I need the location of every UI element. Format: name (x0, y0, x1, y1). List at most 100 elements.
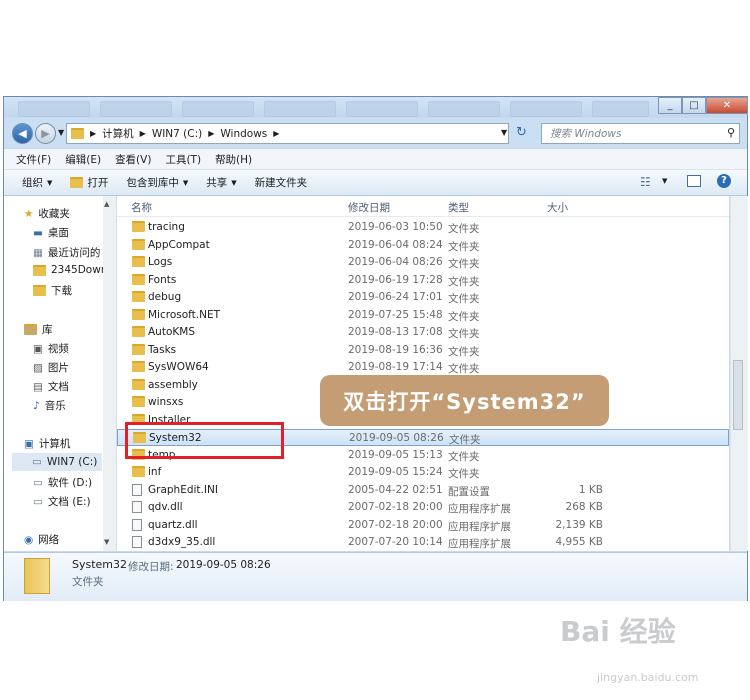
file-size: 268 KB (565, 501, 603, 513)
nav-drive-c[interactable]: ▭ WIN7 (C:) (12, 453, 102, 471)
taskbar-ghost-tab (592, 101, 649, 117)
menu-help[interactable]: 帮助(H) (215, 152, 252, 167)
table-row[interactable]: qdv.dll 2007-02-18 20:00 应用程序扩展 268 KB (117, 499, 729, 516)
file-date: 2019-06-04 08:24 (348, 238, 443, 251)
table-row[interactable]: Fonts 2019-06-19 17:28 文件夹 (117, 272, 729, 289)
nav-desktop[interactable]: ▬ 桌面 (33, 225, 69, 240)
nav-downloads[interactable]: 下载 (33, 283, 72, 298)
table-row[interactable]: Tasks 2019-08-19 16:36 文件夹 (117, 342, 729, 359)
nav-network[interactable]: ◉ 网络 (24, 532, 59, 547)
nav-drive-d[interactable]: ▭ 软件 (D:) (33, 475, 92, 490)
nav-drive-e[interactable]: ▭ 文档 (E:) (33, 494, 91, 509)
table-row[interactable]: SysWOW64 2019-08-19 17:14 文件夹 (117, 359, 729, 376)
file-date: 2007-02-18 20:00 (348, 501, 443, 513)
search-icon[interactable]: ⚲ (727, 126, 735, 139)
taskbar-ghost-tab (346, 101, 418, 117)
menu-tools[interactable]: 工具(T) (165, 152, 201, 167)
table-row[interactable]: debug 2019-06-24 17:01 文件夹 (117, 289, 729, 306)
share-button[interactable]: 共享 ▼ (206, 175, 236, 190)
nav-pictures[interactable]: ▨ 图片 (33, 360, 69, 375)
drive-icon: ▭ (33, 476, 43, 489)
file-type: 文件夹 (448, 310, 480, 323)
include-in-library-button[interactable]: 包含到库中 ▼ (126, 175, 188, 190)
address-dropdown-icon[interactable]: ▼ (501, 128, 507, 137)
dll-file-icon (132, 501, 142, 513)
nav-libraries[interactable]: 库 (24, 322, 53, 337)
nav-favorites[interactable]: ★ 收藏夹 (24, 206, 70, 221)
column-size[interactable]: 大小 (547, 200, 568, 215)
chevron-right-icon[interactable]: ▶ (140, 129, 146, 138)
file-name: AutoKMS (148, 326, 195, 338)
breadcrumb-drive-c[interactable]: WIN7 (C:) (152, 128, 202, 140)
chevron-right-icon[interactable]: ▶ (208, 129, 214, 138)
address-bar[interactable]: ▶ 计算机 ▶ WIN7 (C:) ▶ Windows ▶ (66, 123, 509, 144)
scroll-down-arrow-icon[interactable]: ▼ (104, 538, 109, 546)
libraries-icon (24, 324, 37, 335)
forward-button[interactable]: ▶ (35, 123, 56, 144)
nav-recent-places[interactable]: ▦ 最近访问的 (33, 245, 100, 260)
minimize-button[interactable]: _ (658, 97, 682, 114)
nav-music[interactable]: ♪ 音乐 (33, 398, 66, 413)
help-icon[interactable]: ? (717, 174, 731, 188)
maximize-button[interactable]: □ (682, 97, 706, 114)
close-button[interactable]: ✕ (706, 97, 748, 114)
file-type: 文件夹 (448, 240, 480, 253)
file-name: Logs (148, 256, 173, 268)
breadcrumb-computer[interactable]: 计算机 (102, 126, 134, 141)
menu-view[interactable]: 查看(V) (115, 152, 151, 167)
folder-icon (132, 273, 145, 285)
breadcrumb-windows[interactable]: Windows (220, 128, 267, 140)
column-name[interactable]: 名称 (131, 200, 152, 215)
view-options-icon[interactable]: ☷ (640, 175, 651, 189)
nav-computer[interactable]: ▣ 计算机 (24, 436, 70, 451)
menu-edit[interactable]: 编辑(E) (65, 152, 101, 167)
star-icon: ★ (24, 207, 34, 220)
nav-documents[interactable]: ▤ 文档 (33, 379, 69, 394)
column-type[interactable]: 类型 (448, 200, 469, 215)
preview-pane-icon[interactable] (687, 175, 701, 187)
nav-scrollbar[interactable] (103, 196, 116, 551)
chevron-right-icon[interactable]: ▶ (90, 129, 96, 138)
file-type: 文件夹 (449, 434, 481, 446)
folder-icon (132, 343, 145, 355)
table-row[interactable]: d3dx9_35.dll 2007-07-20 10:14 应用程序扩展 4,955 … (117, 534, 729, 551)
folder-icon (132, 291, 145, 302)
taskbar-ghost-tab (182, 101, 254, 117)
table-row[interactable]: Logs 2019-06-04 08:26 文件夹 (117, 254, 729, 271)
file-date: 2019-08-19 16:36 (348, 343, 443, 356)
table-row[interactable]: GraphEdit.INI 2005-04-22 02:51 配置设置 1 KB (117, 482, 729, 499)
nav-2345-downloads[interactable]: 2345Dowr (33, 264, 105, 276)
search-input[interactable]: 搜索 Windows (541, 123, 740, 144)
table-row[interactable]: AppCompat 2019-06-04 08:24 文件夹 (117, 237, 729, 254)
menu-file[interactable]: 文件(F) (16, 152, 51, 167)
table-row[interactable]: inf 2019-09-05 15:24 文件夹 (117, 464, 729, 481)
table-row[interactable]: quartz.dll 2007-02-18 20:00 应用程序扩展 2,139 KB (117, 517, 729, 534)
chevron-right-icon[interactable]: ▶ (273, 129, 279, 138)
file-name: GraphEdit.INI (148, 483, 218, 496)
open-button[interactable]: 打开 (70, 175, 108, 190)
file-name: qdv.dll (148, 501, 183, 513)
scroll-up-arrow-icon[interactable]: ▲ (104, 200, 109, 208)
table-row[interactable]: AutoKMS 2019-08-13 17:08 文件夹 (117, 324, 729, 341)
scrollbar-thumb[interactable] (733, 360, 743, 430)
table-row[interactable]: Microsoft.NET 2019-07-25 15:48 文件夹 (117, 307, 729, 324)
column-date[interactable]: 修改日期 (348, 200, 390, 215)
recent-pages-arrow-icon[interactable]: ▼ (58, 128, 64, 137)
table-row[interactable]: tracing 2019-06-03 10:50 文件夹 (117, 219, 729, 236)
organize-button[interactable]: 组织 ▼ (22, 175, 52, 190)
folder-icon (71, 128, 84, 139)
include-label: 包含到库中 (126, 177, 179, 189)
file-name: AppCompat (148, 238, 210, 251)
nav-videos[interactable]: ▣ 视频 (33, 341, 69, 356)
file-type: 文件夹 (448, 293, 480, 305)
chevron-down-icon[interactable]: ▼ (662, 177, 667, 185)
dll-file-icon (132, 518, 142, 531)
folder-icon (132, 308, 145, 320)
new-folder-button[interactable]: 新建文件夹 (255, 175, 308, 190)
refresh-icon[interactable]: ↻ (516, 125, 527, 140)
nav-label: WIN7 (C:) (46, 456, 98, 468)
back-button[interactable]: ◀ (12, 123, 33, 144)
ini-file-icon (132, 483, 142, 496)
file-name: debug (148, 291, 182, 303)
file-date: 2007-07-20 10:14 (348, 536, 443, 548)
